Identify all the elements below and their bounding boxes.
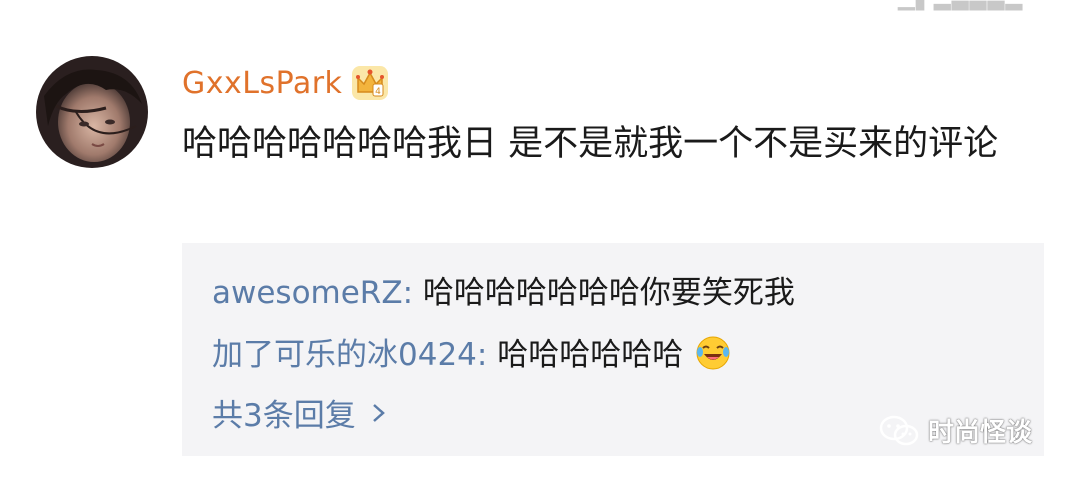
laughing-emoji-icon [696, 336, 730, 370]
watermark-text: 时尚怪谈 [928, 418, 1033, 448]
wechat-icon [879, 415, 919, 445]
svg-text:4: 4 [376, 87, 382, 97]
avatar[interactable] [36, 56, 148, 168]
more-replies-link[interactable]: 共3条回复 [212, 390, 388, 435]
top-cut-off-text: ▁▌▂▃▃▃▂ [898, 0, 1023, 11]
comment-text: 哈哈哈哈哈哈哈我日 是不是就我一个不是买来的评论 [182, 124, 999, 164]
crown-icon: 4 [352, 66, 389, 100]
username-link[interactable]: GxxLsPark [182, 66, 342, 101]
reply-item[interactable]: 加了可乐的冰0424: 哈哈哈哈哈哈 [212, 329, 731, 374]
watermark: 时尚怪谈 [878, 412, 1032, 449]
comment-header: GxxLsPark 4 [182, 58, 390, 108]
reply-item[interactable]: awesomeRZ: 哈哈哈哈哈哈哈你要笑死我 [212, 267, 795, 312]
chevron-right-icon [372, 403, 385, 422]
reply-author[interactable]: awesomeRZ: [212, 275, 413, 311]
reply-author[interactable]: 加了可乐的冰0424: [212, 337, 487, 373]
reply-text: 哈哈哈哈哈哈哈你要笑死我 [422, 275, 795, 311]
reply-text: 哈哈哈哈哈哈 [497, 337, 684, 373]
more-replies-label: 共3条回复 [212, 398, 356, 434]
weibo-comment-card: ▁▌▂▃▃▃▂ GxxLsPark [0, 0, 1080, 479]
